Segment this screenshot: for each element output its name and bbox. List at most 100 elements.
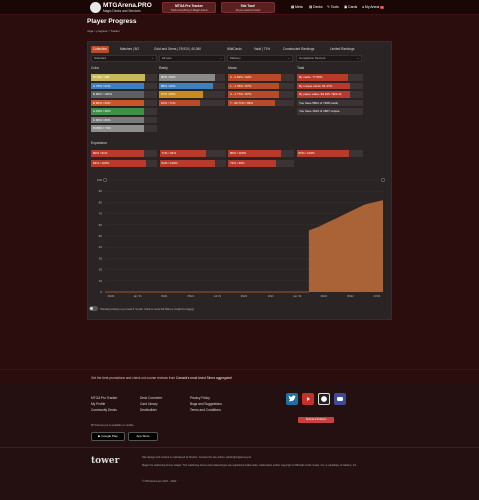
- tower-logo[interactable]: tower: [91, 456, 119, 466]
- page-title: Player Progress: [87, 18, 137, 25]
- nav-tools[interactable]: ✎ Tools: [327, 5, 339, 9]
- chart-x-tick-label: Jan '21: [133, 294, 142, 298]
- promo-tour-button[interactable]: Site Tour! All you need to know!: [221, 2, 275, 13]
- color-bar-label: W 480 / 488: [93, 75, 110, 79]
- chart-x-tick-label: 11/21: [267, 294, 274, 298]
- footer-link-profile[interactable]: My Profile: [91, 402, 105, 406]
- tab-gold-gems[interactable]: Gold and Gems | 29,910 | 40,060: [152, 46, 203, 53]
- google-play-button[interactable]: ▶ Google Play: [91, 432, 125, 441]
- chevron-down-icon: ⌄: [356, 56, 359, 60]
- mana-bar-label: 4 - 4 77% / 87%: [230, 92, 252, 96]
- chart-y-tick-label: 100: [97, 178, 102, 182]
- nav-my-arena-label: My Arena: [365, 5, 380, 9]
- mana-bar: 7 - 99 71% / 89%: [228, 99, 294, 106]
- expansion-bar: 80% / 91%: [91, 150, 157, 157]
- chart-y-tick-label: 80: [99, 200, 103, 204]
- chart-x-tick-label: 09/20: [108, 294, 115, 298]
- expansion-bar: 80% / 100%: [296, 150, 363, 157]
- color-bar-label: M 80% / 71%: [93, 126, 111, 130]
- promo-tracker-button[interactable]: MTGA Pro Tracker Track everything in Mag…: [162, 2, 216, 13]
- chart-x-tick-label: 03/22: [321, 294, 328, 298]
- color-bar-label: B 80% / 100%: [93, 92, 113, 96]
- expansion-bar-label: 84% / 100%: [93, 161, 110, 165]
- footer-link-card-library[interactable]: Card Library: [140, 402, 158, 406]
- footer-link-bugs[interactable]: Bugs and Suggestions: [190, 402, 222, 406]
- toggle-knob: [90, 307, 93, 310]
- logo-icon[interactable]: [90, 2, 101, 13]
- mode-select[interactable]: Mastery ⌄: [227, 55, 293, 62]
- rarity-bar: 67% / 80%: [159, 91, 225, 98]
- footer-legal-1: Site design and content is maintained by…: [142, 456, 252, 459]
- color-bar: R 80% / 93%: [91, 99, 157, 106]
- promo-tracker-title: MTGA Pro Tracker: [175, 4, 203, 8]
- color-bar: U 75% / 91%: [91, 82, 157, 89]
- chart-x-tick-label: 05/21: [188, 294, 195, 298]
- mana-bar: 0 - 0 81% / 92%: [228, 74, 294, 81]
- expansion-bar: 73% / 36%: [228, 160, 294, 167]
- nav-meta-label: Meta: [295, 5, 303, 9]
- nav-my-arena[interactable]: ● My Arena 1: [362, 5, 384, 9]
- tab-vault[interactable]: Vault | 71%: [252, 46, 272, 53]
- expansion-bar-label: 80% / 91%: [93, 151, 108, 155]
- set-select[interactable]: All sets ⌄: [159, 55, 225, 62]
- nav-cards[interactable]: ▣ Cards: [344, 5, 357, 9]
- youtube-icon[interactable]: [302, 393, 314, 405]
- google-play-label: Google Play: [101, 434, 118, 438]
- footer-link-deckbuilder[interactable]: Deckbuilder: [140, 408, 157, 412]
- nav-cards-label: Cards: [348, 5, 358, 9]
- mana-bar-label: 0 - 0 81% / 92%: [230, 75, 252, 79]
- footer-link-tracker[interactable]: MTGA Pro Tracker: [91, 396, 117, 400]
- promo-link[interactable]: Canada's most loved Sierra aggregator!: [176, 376, 232, 380]
- chart-range-end-handle[interactable]: [380, 177, 386, 183]
- mana-bar: 1 - 1 78% / 87%: [228, 82, 294, 89]
- tab-wildcards[interactable]: WildCards: [225, 46, 244, 53]
- chevron-down-icon: ⌄: [151, 56, 154, 60]
- promo-tracker-subtitle: Track everything in Magic Arena: [170, 9, 208, 12]
- chart-x-tick-label: 09/21: [241, 294, 248, 298]
- nav-meta[interactable]: ▦ Meta: [291, 5, 303, 9]
- footer-link-community-decks[interactable]: Community Decks: [91, 408, 117, 412]
- chart-y-tick-label: 30: [99, 256, 103, 260]
- site-title[interactable]: MTGArena.PRO: [103, 2, 152, 9]
- breadcrumb[interactable]: mtga > progress > Tracker: [87, 29, 120, 33]
- chart-x-tick-label: Jul '21: [214, 294, 222, 298]
- app-store-button[interactable]: App Store: [128, 432, 158, 441]
- tab-constructed-rankings[interactable]: Constructed Rankings: [281, 46, 316, 53]
- chart-y-tick-label: 50: [99, 234, 103, 238]
- tab-matches[interactable]: Matches | 8/2: [118, 46, 141, 53]
- footer-link-privacy[interactable]: Privacy Policy: [190, 396, 210, 400]
- nav-decks[interactable]: ▤ Decks: [309, 5, 323, 9]
- total-bar: You have 5801 of 7468 cards: [297, 99, 363, 106]
- footer-link-terms[interactable]: Terms and Conditions: [190, 408, 221, 412]
- report-problem-button[interactable]: Submit a Problem: [298, 417, 334, 423]
- footer: [0, 384, 479, 500]
- total-bar: By unique cards: 81.47%: [297, 82, 363, 89]
- rarity-bar-label: 62% / 71%: [161, 100, 176, 105]
- history-toggle[interactable]: [89, 306, 98, 311]
- color-bar-label: C 80% / 80%: [93, 117, 111, 122]
- chevron-down-icon: ⌄: [287, 56, 290, 60]
- color-bar-label: U 75% / 91%: [93, 83, 111, 88]
- color-bar: W 480 / 488: [91, 74, 157, 81]
- rarity-heading: Rarity: [159, 66, 168, 70]
- metric-select[interactable]: Completion Percent ⌄: [296, 55, 362, 62]
- expansion-bar-label: 80% / 100%: [298, 151, 315, 155]
- expansion-bar-label: 73% / 36%: [230, 161, 245, 165]
- format-select[interactable]: Standard ⌄: [91, 55, 157, 62]
- github-icon[interactable]: [318, 393, 330, 405]
- tab-collection[interactable]: Collection: [91, 46, 109, 53]
- expansion-bar: 84% / 100%: [159, 160, 226, 167]
- twitter-icon[interactable]: [286, 393, 298, 405]
- rarity-bar: 62% / 71%: [159, 99, 225, 106]
- chart-y-tick-label: 20: [99, 268, 103, 272]
- chart-y-tick-label: 10: [99, 279, 103, 283]
- chart-range-start-handle[interactable]: [102, 177, 108, 183]
- tab-limited-rankings[interactable]: Limited Rankings: [328, 46, 356, 53]
- discord-icon[interactable]: [334, 393, 346, 405]
- chart-y-tick-label: 60: [99, 223, 103, 227]
- expansion-bar: 80% / 100%: [228, 150, 294, 157]
- footer-link-deck-converter[interactable]: Deck Converter: [140, 396, 162, 400]
- footer-legal-2: Magic the Gathering Arena, Magic: The Ga…: [142, 464, 357, 467]
- promo-tour-subtitle: All you need to know!: [235, 9, 261, 12]
- nav-decks-label: Decks: [313, 5, 323, 9]
